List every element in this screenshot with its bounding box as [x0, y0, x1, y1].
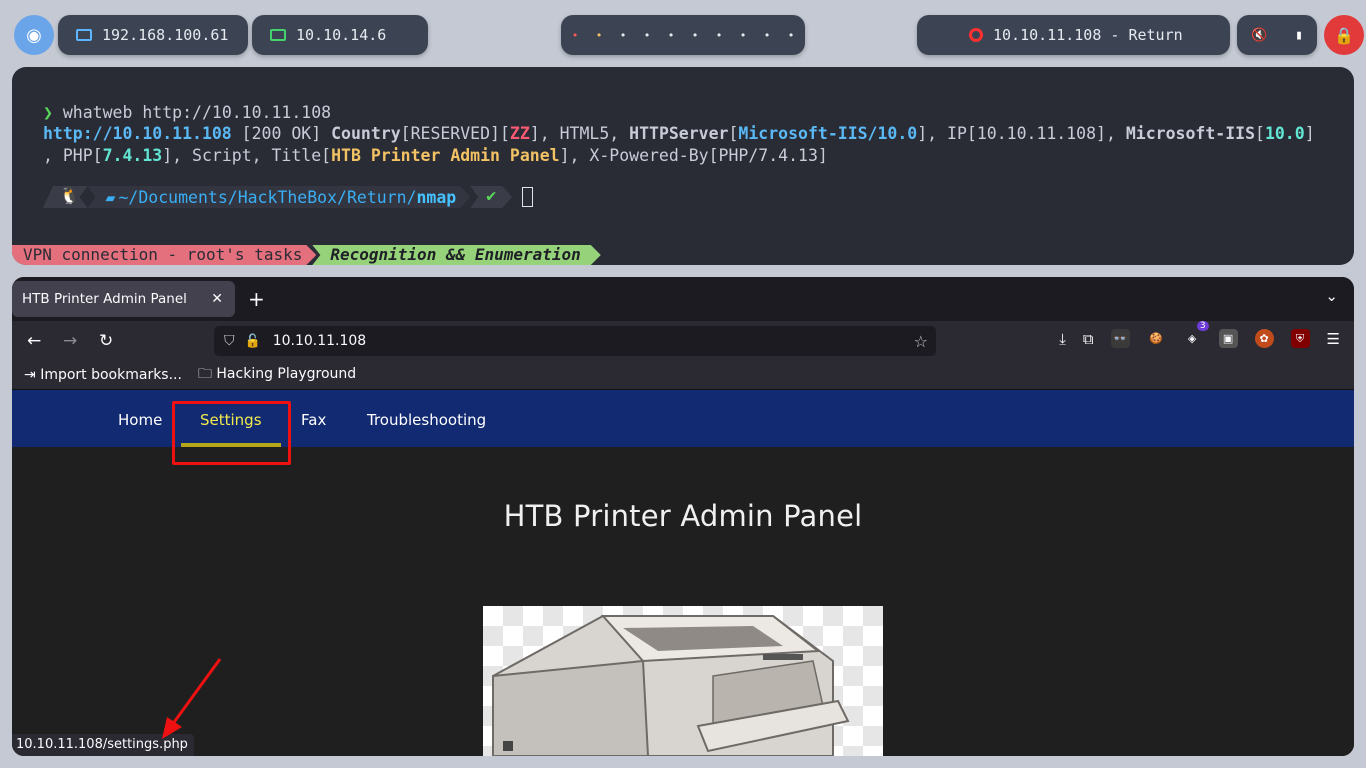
list-tabs-chevron-icon[interactable]: ⌄ — [1325, 287, 1338, 305]
nav-home[interactable]: Home — [118, 411, 162, 429]
bookmark-star-icon[interactable]: ☆ — [914, 332, 928, 351]
nav-troubleshooting[interactable]: Troubleshooting — [367, 411, 486, 429]
tab-htb-printer[interactable]: HTB Printer Admin Panel ✕ — [12, 281, 235, 317]
window-label[interactable]: Recognition && Enumeration — [312, 245, 600, 265]
distro-logo-icon[interactable]: ◉ — [14, 15, 54, 55]
folder-icon: ▰ — [105, 187, 116, 207]
insecure-lock-icon[interactable]: 🔓 — [245, 334, 261, 349]
tab-title: HTB Printer Admin Panel — [22, 291, 187, 307]
workspace-1[interactable]: • — [563, 29, 587, 42]
folder-icon: 🗀 — [197, 366, 217, 382]
workspace-switcher[interactable]: • • • • • • • • • • — [561, 15, 805, 55]
workspace-9[interactable]: • — [755, 29, 779, 42]
path-dir: nmap — [416, 187, 457, 207]
vpn-ip-label: 10.10.14.6 — [296, 26, 387, 44]
printer-image — [483, 606, 883, 756]
page-title: HTB Printer Admin Panel — [503, 499, 863, 533]
extension-badge: 3 — [1196, 321, 1209, 331]
nav-fax[interactable]: Fax — [301, 411, 326, 429]
local-ip-widget[interactable]: 192.168.100.61 — [58, 15, 248, 55]
annotation-arrow — [162, 658, 222, 739]
download-icon[interactable]: ⤓ — [1059, 330, 1066, 348]
terminal-window[interactable]: ❯ whatweb http://10.10.11.108 http://10.… — [12, 67, 1354, 265]
output-line-2: , PHP[7.4.13], Script, Title[HTB Printer… — [43, 146, 828, 165]
tmux-statusbar: VPN connection - root's tasks Recognitio… — [12, 245, 601, 265]
text-cursor — [522, 187, 534, 207]
import-icon: ⇥ — [24, 367, 41, 383]
cookie-editor-icon[interactable]: 🍪 — [1147, 329, 1166, 348]
target-label: 10.10.11.108 - Return — [993, 26, 1183, 44]
session-label[interactable]: VPN connection - root's tasks — [12, 245, 316, 265]
back-arrow-icon[interactable]: ← — [27, 331, 41, 351]
workspace-2[interactable]: • — [587, 29, 611, 42]
ublock-origin-icon[interactable]: ⛨ — [1290, 329, 1310, 348]
hacktools-icon[interactable]: ✿ — [1254, 329, 1274, 348]
local-ip-label: 192.168.100.61 — [102, 26, 229, 44]
system-tray: 🔇 ▮ — [1237, 15, 1317, 55]
url-bar[interactable]: ⛉ 🔓 10.10.11.108 ☆ — [214, 326, 936, 356]
prompt-chevron: ❯ — [43, 103, 53, 122]
workspace-10[interactable]: • — [779, 29, 803, 42]
crosshair-icon — [969, 28, 983, 42]
path-segment: ▰ ~/Documents/HackTheBox/Return/nmap — [88, 186, 471, 208]
command-line: ❯ whatweb http://10.10.11.108 — [43, 103, 331, 122]
vpn-ip-widget[interactable]: 10.10.14.6 — [252, 15, 428, 55]
linux-os-icon: 🐧 — [43, 186, 88, 208]
network-icon — [76, 29, 92, 41]
url-text[interactable]: 10.10.11.108 — [273, 333, 367, 349]
workspace-4[interactable]: • — [635, 29, 659, 42]
bookmark-folder-hacking[interactable]: 🗀 Hacking Playground — [198, 363, 356, 387]
forward-arrow-icon[interactable]: → — [63, 331, 77, 351]
toolbar-icons: ⤓ ⧉ 👓 🍪 ◈ 3 ▣ ✿ ⛨ ☰ — [1059, 321, 1340, 348]
workspace-5[interactable]: • — [659, 29, 683, 42]
new-tab-icon[interactable]: + — [248, 287, 265, 311]
reload-icon[interactable]: ↻ — [99, 331, 113, 351]
tab-bar: HTB Printer Admin Panel ✕ + ⌄ — [12, 277, 1354, 321]
lock-icon[interactable]: 🔒 — [1324, 15, 1364, 55]
target-widget[interactable]: 10.10.11.108 - Return — [917, 15, 1230, 55]
laptop-icon — [270, 29, 286, 41]
close-tab-icon[interactable]: ✕ — [211, 291, 223, 307]
workspace-8[interactable]: • — [731, 29, 755, 42]
wappalyzer-icon[interactable]: ◈ 3 — [1182, 321, 1209, 348]
path-prefix: ~/Documents/HackTheBox/Return/ — [118, 187, 417, 207]
foxyproxy-icon[interactable]: 👓 — [1110, 329, 1130, 348]
battery-icon[interactable]: ▮ — [1295, 28, 1303, 43]
shell-prompt: 🐧 ▰ ~/Documents/HackTheBox/Return/nmap ✔ — [43, 186, 534, 208]
status-check-icon: ✔ — [470, 186, 512, 208]
user-agent-switcher-icon[interactable]: ▣ — [1218, 329, 1238, 348]
workspace-3[interactable]: • — [611, 29, 635, 42]
annotation-highlight-box — [172, 401, 291, 465]
workspace-6[interactable]: • — [683, 29, 707, 42]
bookmark-import[interactable]: ⇥ Import bookmarks... — [24, 367, 182, 383]
nav-toolbar: ← → ↻ ⛉ 🔓 10.10.11.108 ☆ ⤓ ⧉ 👓 🍪 ◈ 3 ▣ ✿ … — [12, 321, 1354, 361]
output-line-1: http://10.10.11.108 [200 OK] Country[RES… — [43, 124, 1315, 143]
volume-muted-icon[interactable]: 🔇 — [1251, 28, 1267, 43]
hamburger-menu-icon[interactable]: ☰ — [1327, 330, 1340, 348]
workspace-7[interactable]: • — [707, 29, 731, 42]
shield-icon[interactable]: ⛉ — [224, 333, 235, 349]
command-text: whatweb http://10.10.11.108 — [52, 103, 332, 122]
bookmarks-toolbar: ⇥ Import bookmarks... 🗀 Hacking Playgrou… — [12, 361, 1354, 390]
extensions-icon[interactable]: ⧉ — [1083, 330, 1094, 348]
